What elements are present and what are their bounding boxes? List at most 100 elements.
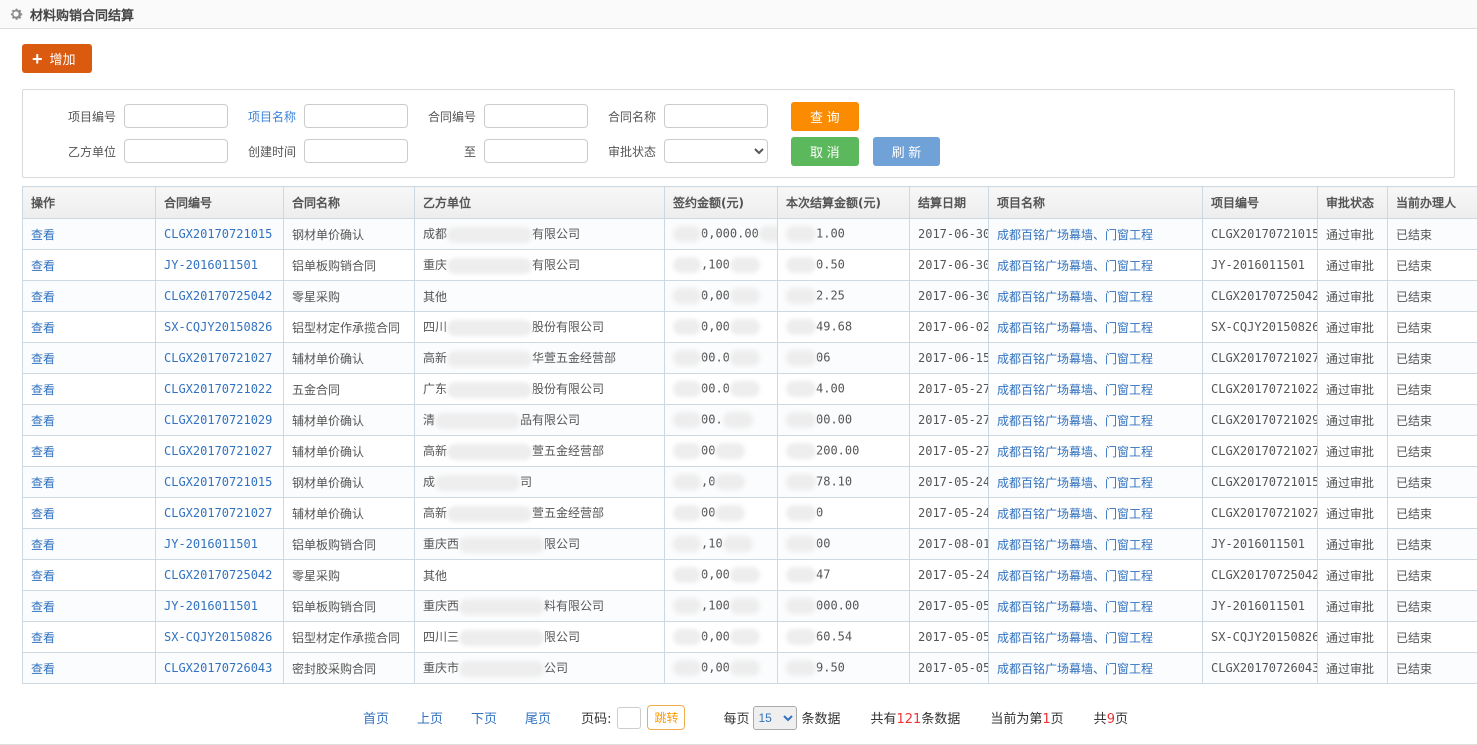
contract-no-input[interactable] [484,104,588,128]
project-no-input[interactable] [124,104,228,128]
project-name-link[interactable]: 成都百铭广场幕墙、门窗工程 [997,290,1153,304]
contract-no-cell: CLGX20170721027 [156,498,284,529]
redaction-blur [715,443,745,459]
party-b-input[interactable] [124,139,228,163]
redaction-blur [786,474,816,490]
current-handler-cell: 已结束 [1388,653,1477,684]
view-link[interactable]: 查看 [31,414,55,428]
contract-no-link[interactable]: CLGX20170721027 [164,444,272,458]
contract-no-link[interactable]: CLGX20170721027 [164,351,272,365]
project-name-link[interactable]: 成都百铭广场幕墙、门窗工程 [997,600,1153,614]
create-time-to-input[interactable] [484,139,588,163]
approval-status-cell: 通过审批 [1318,622,1388,653]
table-row: 查看SX-CQJY20150826铝型材定作承揽合同四川股份有限公司0,0049… [23,312,1477,343]
project-no-cell: CLGX20170721015 [1203,467,1318,498]
contract-no-link[interactable]: CLGX20170721029 [164,413,272,427]
signed-amount-cell: 0,00 [665,312,778,343]
field-party-b: 乙方单位 [50,139,230,163]
contract-no-link[interactable]: JY-2016011501 [164,258,258,272]
project-name-link[interactable]: 成都百铭广场幕墙、门窗工程 [997,538,1153,552]
project-name-link[interactable]: 成都百铭广场幕墙、门窗工程 [997,228,1153,242]
page-number-input[interactable] [617,707,641,729]
contract-no-link[interactable]: CLGX20170721027 [164,506,272,520]
redaction-blur [447,506,532,522]
view-link[interactable]: 查看 [31,383,55,397]
redaction-blur [447,444,532,460]
view-link[interactable]: 查看 [31,538,55,552]
view-link[interactable]: 查看 [31,631,55,645]
view-link[interactable]: 查看 [31,259,55,273]
cancel-button[interactable]: 取 消 [791,137,859,166]
contract-no-link[interactable]: JY-2016011501 [164,537,258,551]
refresh-button[interactable]: 刷 新 [873,137,941,166]
contract-no-link[interactable]: CLGX20170725042 [164,289,272,303]
project-name-link[interactable]: 成都百铭广场幕墙、门窗工程 [997,476,1153,490]
view-link[interactable]: 查看 [31,507,55,521]
project-name-link[interactable]: 成都百铭广场幕墙、门窗工程 [997,569,1153,583]
contract-no-link[interactable]: SX-CQJY20150826 [164,320,272,334]
project-name-link[interactable]: 成都百铭广场幕墙、门窗工程 [997,414,1153,428]
redaction-blur [786,536,816,552]
redaction-blur [786,443,816,459]
add-button[interactable]: + 增加 [22,44,92,73]
approval-status-select[interactable] [664,139,768,163]
create-time-from-input[interactable] [304,139,408,163]
project-name-link[interactable]: 成都百铭广场幕墙、门窗工程 [997,631,1153,645]
search-row-1: 项目编号 项目名称 合同编号 合同名称 查 询 [50,103,1454,129]
view-link[interactable]: 查看 [31,228,55,242]
contract-no-link[interactable]: SX-CQJY20150826 [164,630,272,644]
view-link[interactable]: 查看 [31,445,55,459]
view-link[interactable]: 查看 [31,321,55,335]
project-name-input[interactable] [304,104,408,128]
contract-no-link[interactable]: CLGX20170721015 [164,227,272,241]
settle-date-cell: 2017-08-01 [910,529,989,560]
settle-amount-cell: 000.00 [778,591,910,622]
approval-status-cell: 通过审批 [1318,250,1388,281]
redaction-blur [759,226,778,242]
contract-name-input[interactable] [664,104,768,128]
view-link[interactable]: 查看 [31,662,55,676]
project-name-link[interactable]: 成都百铭广场幕墙、门窗工程 [997,259,1153,273]
approval-status-cell: 通过审批 [1318,529,1388,560]
current-handler-cell: 已结束 [1388,281,1477,312]
contract-no-link[interactable]: CLGX20170726043 [164,661,272,675]
project-name-link[interactable]: 成都百铭广场幕墙、门窗工程 [997,383,1153,397]
contract-no-link[interactable]: JY-2016011501 [164,599,258,613]
project-name-link[interactable]: 成都百铭广场幕墙、门窗工程 [997,445,1153,459]
page-header: 材料购销合同结算 [0,0,1477,29]
prev-page-link[interactable]: 上页 [417,708,443,727]
settle-date-cell: 2017-05-24 [910,560,989,591]
current-page-text: 当前为第1页 [990,708,1063,727]
next-page-link[interactable]: 下页 [471,708,497,727]
first-page-link[interactable]: 首页 [363,708,389,727]
party-b-cell: 清品有限公司 [415,405,665,436]
project-name-link[interactable]: 成都百铭广场幕墙、门窗工程 [997,662,1153,676]
project-name-link[interactable]: 成都百铭广场幕墙、门窗工程 [997,507,1153,521]
jump-button[interactable]: 跳转 [647,705,685,730]
view-link[interactable]: 查看 [31,352,55,366]
contract-no-link[interactable]: CLGX20170721022 [164,382,272,396]
last-page-link[interactable]: 尾页 [525,708,551,727]
redaction-blur [730,629,760,645]
project-name-cell: 成都百铭广场幕墙、门窗工程 [989,312,1203,343]
project-name-cell: 成都百铭广场幕墙、门窗工程 [989,467,1203,498]
view-link[interactable]: 查看 [31,290,55,304]
settle-date-cell: 2017-06-30 [910,219,989,250]
view-link[interactable]: 查看 [31,569,55,583]
project-name-link[interactable]: 成都百铭广场幕墙、门窗工程 [997,321,1153,335]
query-button[interactable]: 查 询 [791,102,859,131]
total-pages-text: 共9页 [1094,708,1128,727]
field-contract-name: 合同名称 [590,104,770,128]
per-page-suffix: 条数据 [801,708,840,727]
project-no-cell: CLGX20170721027 [1203,498,1318,529]
settle-amount-cell: 0.50 [778,250,910,281]
party-b-cell: 成都有限公司 [415,219,665,250]
contract-no-link[interactable]: CLGX20170721015 [164,475,272,489]
view-link[interactable]: 查看 [31,476,55,490]
signed-amount-cell: 0,00 [665,653,778,684]
page-size-select[interactable]: 15 [753,706,797,730]
view-link[interactable]: 查看 [31,600,55,614]
contract-no-link[interactable]: CLGX20170725042 [164,568,272,582]
project-no-cell: CLGX20170721022 [1203,374,1318,405]
project-name-link[interactable]: 成都百铭广场幕墙、门窗工程 [997,352,1153,366]
